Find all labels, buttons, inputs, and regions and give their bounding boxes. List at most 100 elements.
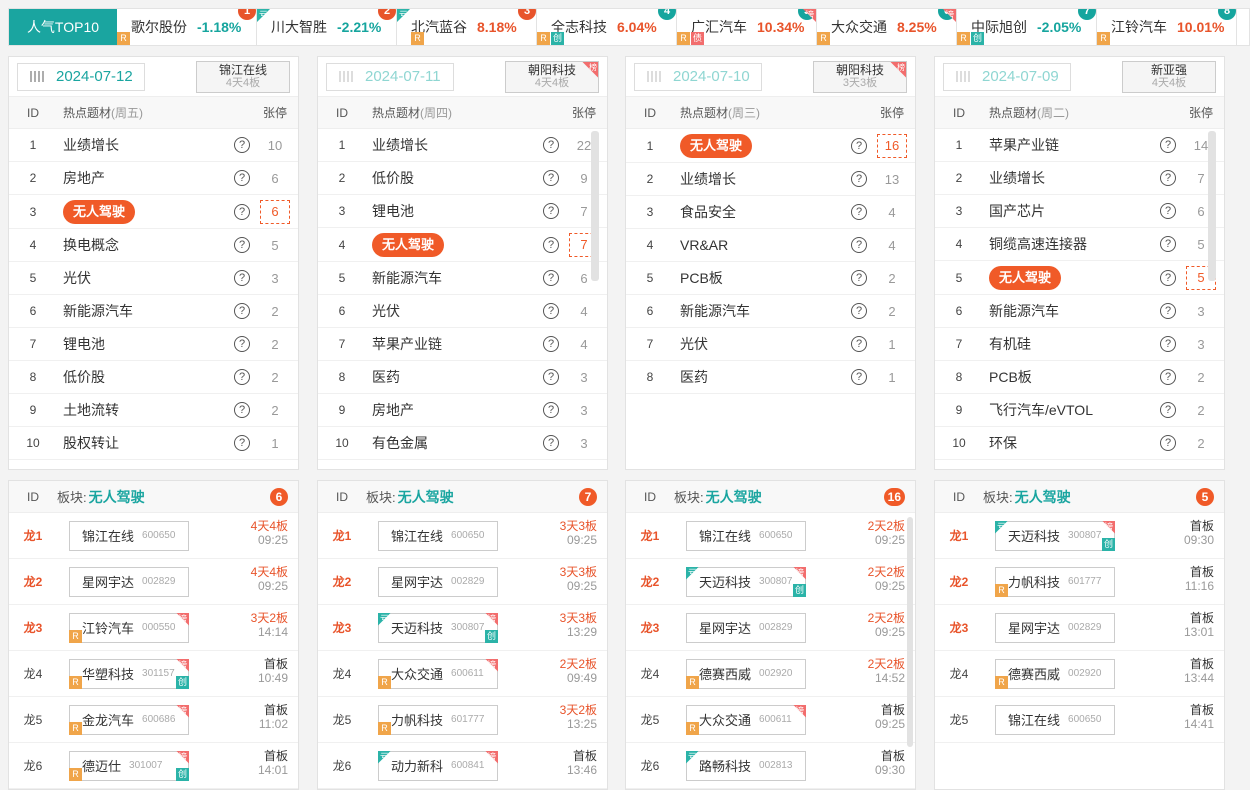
leader-row[interactable]: 龙5 金龙汽车 600686 R 榜 首板 11:02 (9, 697, 298, 743)
leader-row[interactable]: 龙5 锦江在线 600650 首板 14:41 (935, 697, 1224, 743)
stock-chip[interactable]: 德迈仕 301007 R 榜创 (69, 750, 189, 781)
topic-row[interactable]: 4 铜缆高速连接器? 5 (935, 228, 1224, 261)
stock-chip[interactable]: 华塑科技 301157 R 榜创 (69, 658, 189, 689)
leader-row[interactable]: 龙2 星网宇达 002829 3天3板 09:25 (318, 559, 607, 605)
topic-row[interactable]: 5 新能源汽车? 6 (318, 262, 607, 295)
leader-row[interactable]: 龙3 星网宇达 002829 首板 13:01 (935, 605, 1224, 651)
question-icon[interactable]: ? (234, 402, 250, 418)
leader-stock-button[interactable]: 朝阳科技 4天4板榜 (505, 60, 599, 93)
leader-row[interactable]: 龙1 天迈科技 300807 亏 榜创 首板 09:30 (935, 513, 1224, 559)
question-icon[interactable]: ? (851, 369, 867, 385)
topic-row[interactable]: 4 VR&AR? 4 (626, 229, 915, 262)
topic-row[interactable]: 8 低价股? 2 (9, 361, 298, 394)
leader-row[interactable]: 龙5 大众交通 600611 R 榜 首板 09:25 (626, 697, 915, 743)
topic-row[interactable]: 5 无人驾驶? 5 (935, 261, 1224, 295)
stock-chip[interactable]: 星网宇达 002829 (378, 566, 498, 597)
topic-row[interactable]: 9 飞行汽车/eVTOL? 2 (935, 394, 1224, 427)
top10-item[interactable]: 全志科技 6.04% 4 R 创 (537, 9, 677, 45)
topic-row[interactable]: 5 PCB板? 2 (626, 262, 915, 295)
question-icon[interactable]: ? (1160, 137, 1176, 153)
topic-row[interactable]: 6 新能源汽车? 2 (9, 295, 298, 328)
leader-stock-button[interactable]: 新亚强 4天4板 (1122, 60, 1216, 93)
stock-chip[interactable]: 星网宇达 002829 (686, 612, 806, 643)
zt-count-box[interactable]: 6 (260, 199, 290, 224)
top10-item[interactable]: 江铃汽车 10.01% 8 R (1097, 9, 1237, 45)
question-icon[interactable]: ? (234, 369, 250, 385)
question-icon[interactable]: ? (1160, 402, 1176, 418)
question-icon[interactable]: ? (851, 137, 867, 154)
stock-chip[interactable]: 力帆科技 601777 R (995, 566, 1115, 597)
leader-stock-button[interactable]: 锦江在线 4天4板 (196, 60, 290, 93)
stock-chip[interactable]: 德赛西威 002920 R (995, 658, 1115, 689)
topic-row[interactable]: 3 食品安全? 4 (626, 196, 915, 229)
question-icon[interactable]: ? (543, 336, 559, 352)
stock-chip[interactable]: 星网宇达 002829 (69, 566, 189, 597)
stock-chip[interactable]: 锦江在线 600650 (686, 520, 806, 551)
leader-row[interactable]: 龙4 大众交通 600611 R 榜 2天2板 09:49 (318, 651, 607, 697)
scrollbar[interactable] (591, 131, 599, 281)
leader-row[interactable]: 龙3 天迈科技 300807 亏 榜创 3天3板 13:29 (318, 605, 607, 651)
question-icon[interactable]: ? (234, 137, 250, 153)
stock-chip[interactable]: 大众交通 600611 R 榜 (686, 704, 806, 735)
topic-row[interactable]: 2 低价股? 9 (318, 162, 607, 195)
question-icon[interactable]: ? (851, 204, 867, 220)
topic-row[interactable]: 2 业绩增长? 13 (626, 163, 915, 196)
topic-row[interactable]: 10 环保? 2 (935, 427, 1224, 460)
stock-chip[interactable]: 路畅科技 002813 亏 (686, 750, 806, 781)
stock-chip[interactable]: 大众交通 600611 R 榜 (378, 658, 498, 689)
question-icon[interactable]: ? (1160, 303, 1176, 319)
zt-count-box[interactable]: 16 (877, 133, 907, 158)
leader-row[interactable]: 龙2 力帆科技 601777 R 首板 11:16 (935, 559, 1224, 605)
stock-chip[interactable]: 天迈科技 300807 亏 榜创 (995, 520, 1115, 551)
question-icon[interactable]: ? (1160, 170, 1176, 186)
top10-item[interactable]: 大众交通8.25%6R榜 (817, 9, 957, 45)
question-icon[interactable]: ? (543, 137, 559, 153)
leader-row[interactable]: 龙4 华塑科技 301157 R 榜创 首板 10:49 (9, 651, 298, 697)
leader-row[interactable]: 龙1 锦江在线 600650 4天4板 09:25 (9, 513, 298, 559)
topic-row[interactable]: 3 国产芯片? 6 (935, 195, 1224, 228)
question-icon[interactable]: ? (234, 237, 250, 253)
question-icon[interactable]: ? (543, 303, 559, 319)
leader-row[interactable]: 龙2 星网宇达 002829 4天4板 09:25 (9, 559, 298, 605)
topic-row[interactable]: 9 房地产? 3 (318, 394, 607, 427)
question-icon[interactable]: ? (1160, 369, 1176, 385)
top10-item[interactable]: 中际旭创 -2.05% 7 R 创 (957, 9, 1097, 45)
question-icon[interactable]: ? (543, 170, 559, 186)
topic-row[interactable]: 3 锂电池? 7 (318, 195, 607, 228)
topic-row[interactable]: 1 无人驾驶? 16 (626, 129, 915, 163)
topic-highlight[interactable]: 无人驾驶 (63, 199, 136, 224)
question-icon[interactable]: ? (543, 203, 559, 219)
topic-row[interactable]: 6 新能源汽车? 3 (935, 295, 1224, 328)
topic-row[interactable]: 5 光伏? 3 (9, 262, 298, 295)
topic-highlight[interactable]: 无人驾驶 (372, 232, 445, 257)
question-icon[interactable]: ? (543, 270, 559, 286)
top10-title[interactable]: 人气TOP10 (9, 9, 117, 45)
question-icon[interactable]: ? (234, 270, 250, 286)
stock-chip[interactable]: 力帆科技 601777 R (378, 704, 498, 735)
top10-item[interactable]: 广汇汽车10.34%5R债榜 (677, 9, 817, 45)
leader-row[interactable]: 龙4 德赛西威 002920 R 2天2板 14:52 (626, 651, 915, 697)
question-icon[interactable]: ? (851, 171, 867, 187)
stock-chip[interactable]: 江铃汽车 000550 R 榜 (69, 612, 189, 643)
topic-row[interactable]: 2 房地产? 6 (9, 162, 298, 195)
leader-stock-button[interactable]: 朝阳科技 3天3板榜 (813, 60, 907, 93)
leader-row[interactable]: 龙6 德迈仕 301007 R 榜创 首板 14:01 (9, 743, 298, 789)
leader-row[interactable]: 龙6 动力新科 600841 亏 榜 首板 13:46 (318, 743, 607, 789)
leader-row[interactable]: 龙6 路畅科技 002813 亏 首板 09:30 (626, 743, 915, 789)
date-picker[interactable]: 2024-07-12 (17, 62, 145, 91)
topic-row[interactable]: 8 医药? 1 (626, 361, 915, 394)
question-icon[interactable]: ? (851, 270, 867, 286)
question-icon[interactable]: ? (851, 237, 867, 253)
question-icon[interactable]: ? (1160, 336, 1176, 352)
topic-row[interactable]: 1 业绩增长? 22 (318, 129, 607, 162)
question-icon[interactable]: ? (1160, 203, 1176, 219)
topic-highlight[interactable]: 无人驾驶 (680, 133, 753, 158)
stock-chip[interactable]: 动力新科 600841 亏 榜 (378, 750, 498, 781)
question-icon[interactable]: ? (543, 236, 559, 253)
topic-row[interactable]: 8 医药? 3 (318, 361, 607, 394)
question-icon[interactable]: ? (234, 303, 250, 319)
question-icon[interactable]: ? (543, 402, 559, 418)
topic-row[interactable]: 7 光伏? 1 (626, 328, 915, 361)
top10-item[interactable]: 歌尔股份 -1.18% 1 R (117, 9, 257, 45)
topic-row[interactable]: 10 股权转让? 1 (9, 427, 298, 460)
